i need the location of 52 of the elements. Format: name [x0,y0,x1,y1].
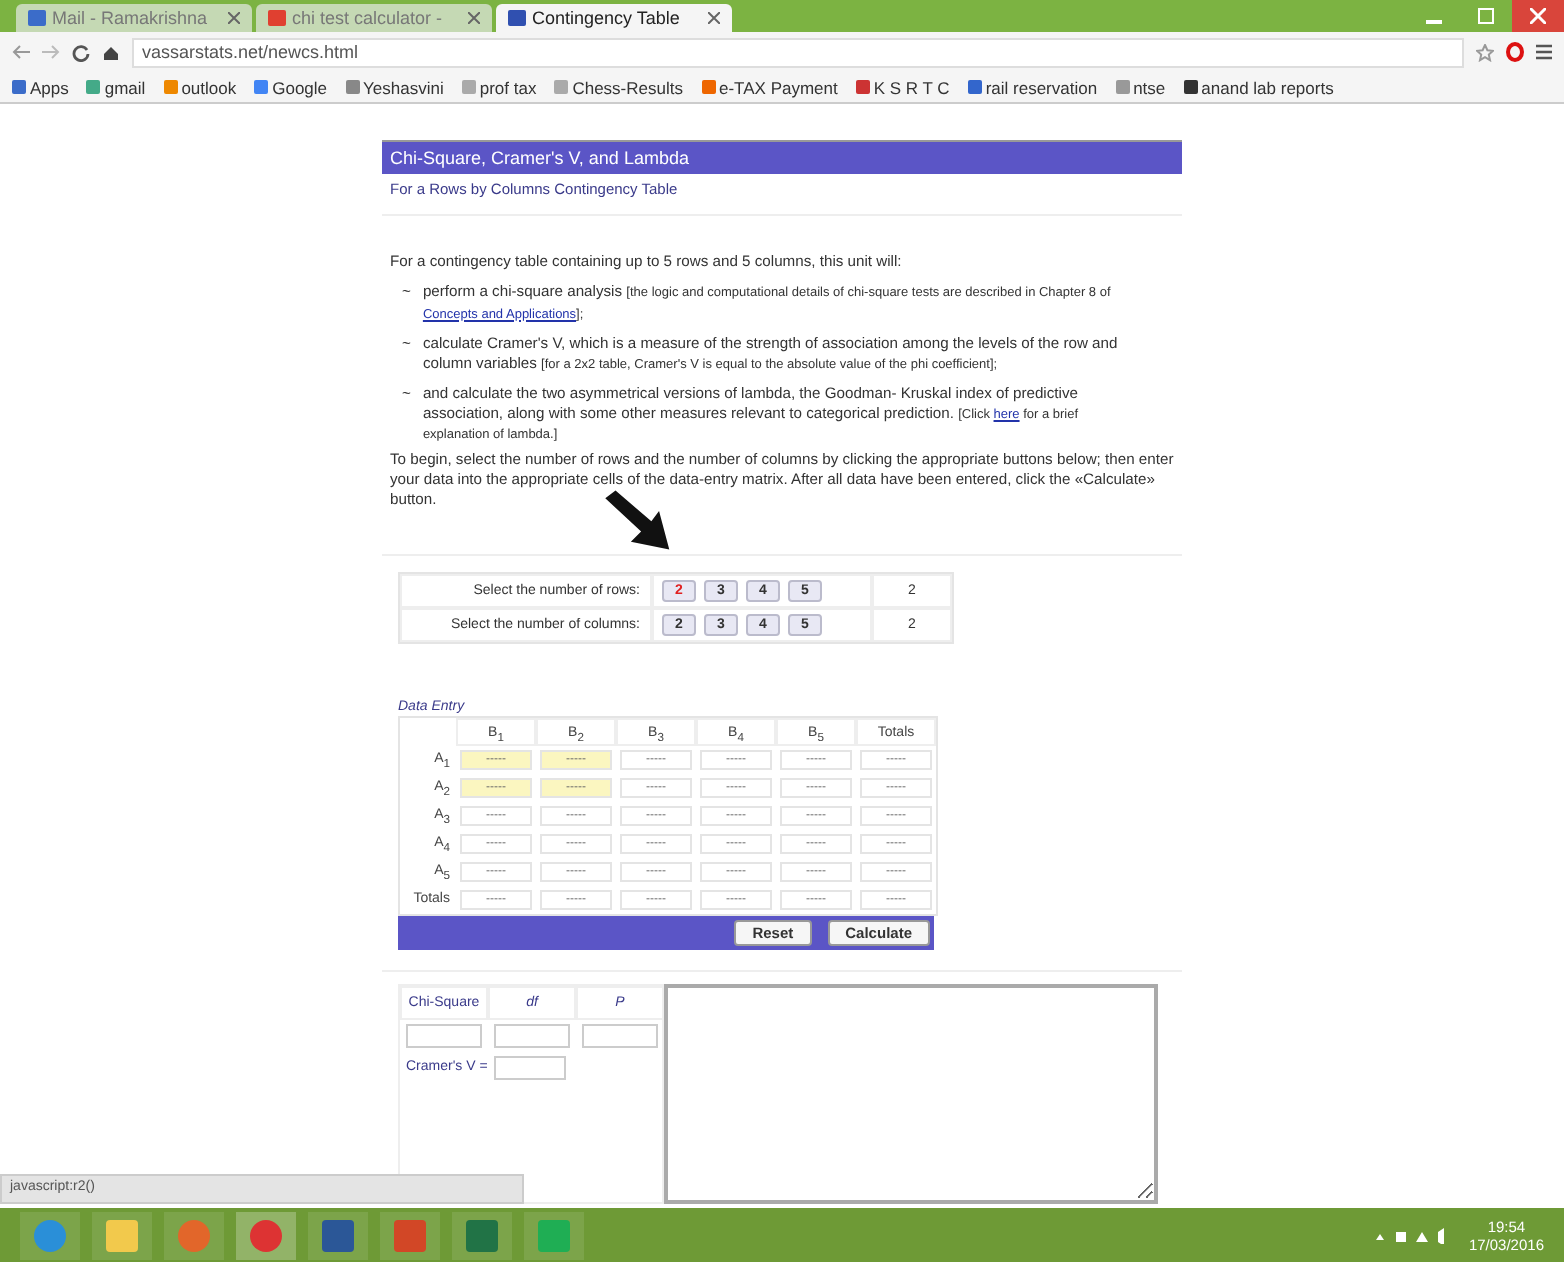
bookmark-favicon-icon [1115,80,1130,94]
taskbar-app-icon[interactable] [236,1211,296,1259]
browser-tab[interactable]: Contingency Table [496,4,732,32]
bookmark-favicon-icon [554,80,569,94]
tab-favicon-icon [28,10,46,26]
bookmark-link[interactable]: anand lab reports [1183,77,1334,97]
tab-favicon-icon [268,10,286,26]
bookmark-favicon-icon [967,80,982,94]
forward-icon[interactable] [42,44,60,60]
bookmark-favicon-icon [461,80,476,94]
menu-icon[interactable] [1536,44,1552,60]
bookmark-link[interactable]: rail reservation [967,77,1098,97]
home-icon[interactable] [102,43,120,61]
arrow-drawing [600,488,672,552]
taskbar-app-icon[interactable] [380,1211,440,1259]
taskbar-app-icon[interactable] [92,1211,152,1259]
bookmark-link[interactable]: Google [254,77,328,97]
opera-icon[interactable] [1506,42,1524,62]
result-field[interactable] [494,1023,570,1047]
bookmark-link[interactable]: e-TAX Payment [701,77,838,97]
page-title: Chi-Square, Cramer's V, and Lambda [382,140,1182,174]
close-icon[interactable] [228,12,240,24]
back-icon[interactable] [12,44,30,60]
close-icon[interactable] [708,12,720,24]
reload-icon[interactable] [72,43,90,61]
bookmark-link[interactable]: Yeshasvini [345,77,444,97]
bookmark-favicon-icon [855,80,870,94]
close-icon[interactable] [468,12,480,24]
tab-favicon-icon [508,10,526,26]
bookmark-link[interactable]: prof tax [461,77,537,97]
output-text-area[interactable] [664,983,1158,1203]
bookmark-link[interactable]: Apps [12,77,69,97]
bookmark-favicon-icon [254,80,269,94]
bookmark-link[interactable]: gmail [86,77,146,97]
result-field[interactable] [406,1023,482,1047]
result-field[interactable] [582,1023,658,1047]
bookmark-favicon-icon [345,80,360,94]
cramers-v-field[interactable] [493,1055,566,1079]
taskbar-app-icon[interactable] [308,1211,368,1259]
bookmark-favicon-icon [163,80,178,94]
address-field[interactable]: vassarstats.net/newcs.html [132,37,1464,67]
bookmark-link[interactable]: outlook [163,77,237,97]
bookmark-link[interactable]: K S R T C [855,77,950,97]
bookmark-link[interactable]: ntse [1115,77,1166,97]
bookmark-favicon-icon [1183,80,1198,94]
bookmark-favicon-icon [701,80,715,94]
bookmark-favicon-icon [12,80,26,94]
star-icon[interactable] [1476,43,1494,61]
bookmark-link[interactable]: Chess-Results [554,77,683,97]
close-icon[interactable] [1512,0,1564,32]
bookmark-favicon-icon [86,80,101,94]
taskbar-app-icon[interactable] [452,1211,512,1259]
